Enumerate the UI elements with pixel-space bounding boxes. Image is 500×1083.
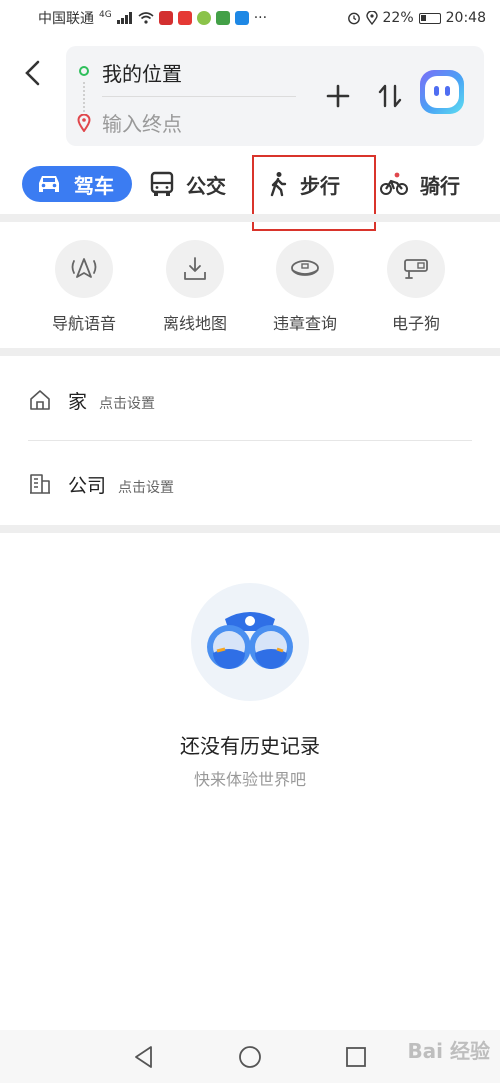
company-label: 公司: [68, 474, 107, 497]
tool-circle: [387, 240, 445, 298]
tool-shortcuts: 导航语音 离线地图 违章查询 电子狗: [0, 240, 500, 340]
violation-query-icon: [291, 260, 319, 276]
company-hint: 点击设置: [118, 480, 175, 496]
nav-home-icon[interactable]: [237, 1044, 263, 1070]
car-icon: [39, 176, 59, 192]
route-connector: [83, 82, 85, 112]
home-icon: [30, 390, 50, 410]
tool-speed-camera[interactable]: 电子狗: [366, 240, 466, 334]
tool-voice-navigation[interactable]: 导航语音: [34, 240, 134, 334]
home-row[interactable]: 家 点击设置: [28, 370, 472, 430]
play-app-icon: [234, 11, 249, 25]
destination-input[interactable]: 输入终点: [102, 108, 182, 137]
tool-circle: [55, 240, 113, 298]
tab-bus[interactable]: 公交: [150, 166, 226, 202]
status-bar: 中国联通 4G ··· 22% 20:48: [0, 0, 500, 36]
alarm-icon: [347, 12, 360, 25]
tool-circle: [276, 240, 334, 298]
news-app-icon: [177, 11, 192, 25]
tab-drive[interactable]: 驾车: [22, 166, 132, 202]
tool-offline-map[interactable]: 离线地图: [145, 240, 245, 334]
section-divider: [0, 348, 500, 356]
voice-navigation-icon: [71, 258, 97, 278]
tool-label: 电子狗: [391, 314, 440, 333]
section-divider: [0, 525, 500, 533]
travel-mode-tabs: 驾车 公交 步行 骑行: [0, 160, 500, 210]
tool-circle: [166, 240, 224, 298]
route-divider: [102, 96, 296, 97]
plus-icon: [326, 84, 350, 108]
company-row[interactable]: 公司 点击设置: [28, 454, 472, 514]
home-label: 家: [68, 390, 88, 413]
swap-route-button[interactable]: [376, 82, 404, 110]
tool-violation-query[interactable]: 违章查询: [255, 240, 355, 334]
status-right: 22% 20:48: [347, 10, 486, 26]
back-button[interactable]: [18, 58, 48, 88]
nav-recent-apps-icon[interactable]: [343, 1044, 369, 1070]
tab-bike[interactable]: 骑行: [380, 166, 460, 202]
route-card: 我的位置 输入终点: [66, 46, 484, 146]
home-hint: 点击设置: [99, 396, 156, 412]
chevron-left-icon: [25, 60, 40, 86]
tool-label: 离线地图: [162, 314, 227, 333]
swap-icon: [378, 84, 402, 108]
section-divider: [0, 214, 500, 222]
baidu-watermark-logo: Bai 经验: [407, 1039, 490, 1063]
empty-history-title: 还没有历史记录: [180, 734, 320, 758]
more-indicator: ···: [253, 10, 268, 26]
status-left: 中国联通 4G ···: [38, 8, 267, 28]
location-status-icon: [365, 11, 378, 25]
assistant-face-icon: [425, 76, 459, 108]
mic-app-icon: [158, 11, 173, 25]
add-waypoint-button[interactable]: [324, 82, 352, 110]
network-label: 4G: [99, 10, 112, 20]
bus-icon: [150, 171, 174, 196]
battery-percent: 22%: [382, 10, 414, 26]
battery-icon: [418, 12, 441, 24]
wifi-icon: [138, 12, 154, 24]
empty-history-subtitle: 快来体验世界吧: [193, 770, 306, 789]
signal-icon: [116, 12, 132, 24]
voice-assistant-button[interactable]: [420, 70, 464, 114]
start-location-field[interactable]: 我的位置: [102, 58, 182, 87]
start-dot-icon: [79, 66, 89, 76]
binoculars-illustration: [191, 583, 309, 701]
tool-label: 导航语音: [51, 314, 116, 333]
tab-bus-label: 公交: [186, 173, 226, 198]
clock: 20:48: [445, 10, 486, 26]
shopping-app-icon: [196, 11, 211, 25]
tab-drive-label: 驾车: [74, 173, 114, 198]
place-divider: [28, 440, 472, 441]
end-pin-icon: [77, 114, 91, 132]
nav-back-icon[interactable]: [131, 1044, 157, 1070]
speed-camera-icon: [404, 259, 428, 279]
offline-map-icon: [184, 257, 206, 280]
bike-icon: [380, 172, 408, 195]
tab-bike-label: 骑行: [420, 173, 460, 198]
carrier-label: 中国联通: [38, 11, 94, 27]
store-app-icon: [215, 11, 230, 25]
company-icon: [30, 474, 50, 494]
tool-label: 违章查询: [272, 314, 337, 333]
